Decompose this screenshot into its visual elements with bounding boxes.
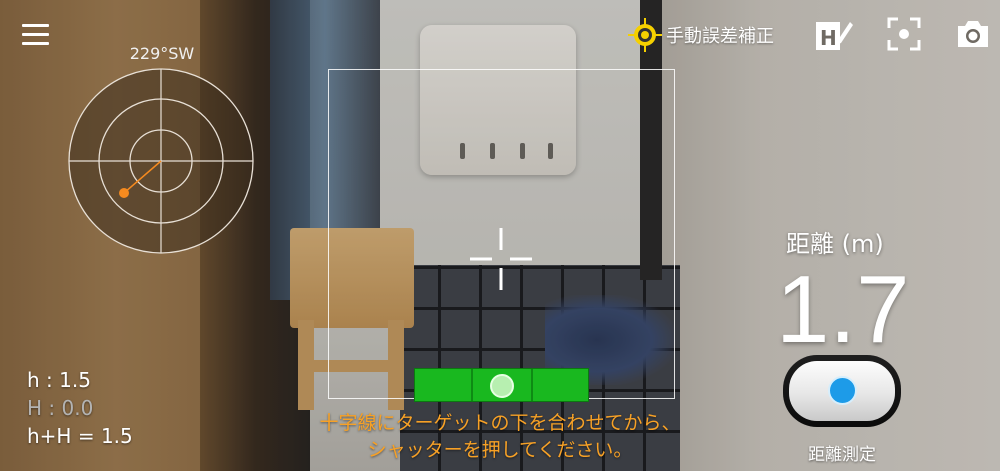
distance-value: 1.7 (776, 256, 910, 363)
height-readouts: h : 1.5 H : 0.0 h+H = 1.5 (27, 366, 133, 450)
measure-button-label: 距離測定 (808, 445, 876, 465)
compass-heading: 229°SW (129, 44, 195, 63)
manual-correction-label: 手動誤差補正 (666, 26, 774, 47)
instruction-line-1: 十字線にターゲットの下を合わせてから、 (319, 412, 681, 434)
total-height: h+H = 1.5 (27, 424, 133, 448)
heading-dot (119, 188, 129, 198)
crosshair (470, 228, 532, 290)
compass-radar (68, 68, 254, 254)
level-bubble (490, 374, 514, 398)
shutter-dot (828, 376, 857, 405)
ground-height: H : 0.0 (27, 396, 94, 420)
focus-icon[interactable] (887, 17, 921, 51)
distance-label: 距離 (m) (786, 230, 884, 258)
instruction-text: 十字線にターゲットの下を合わせてから、 シャッターを押してください。 (250, 410, 750, 464)
camera-icon[interactable] (955, 18, 991, 50)
manual-correction-button[interactable]: 手動誤差補正 (628, 18, 774, 52)
target-icon (628, 18, 662, 52)
measure-button[interactable] (783, 355, 901, 427)
instruction-line-2: シャッターを押してください。 (367, 439, 633, 461)
level-indicator (414, 368, 589, 402)
svg-text:H: H (820, 26, 837, 50)
menu-icon[interactable] (22, 24, 49, 46)
height-edit-icon[interactable]: H (814, 16, 854, 54)
device-height: h : 1.5 (27, 368, 91, 392)
